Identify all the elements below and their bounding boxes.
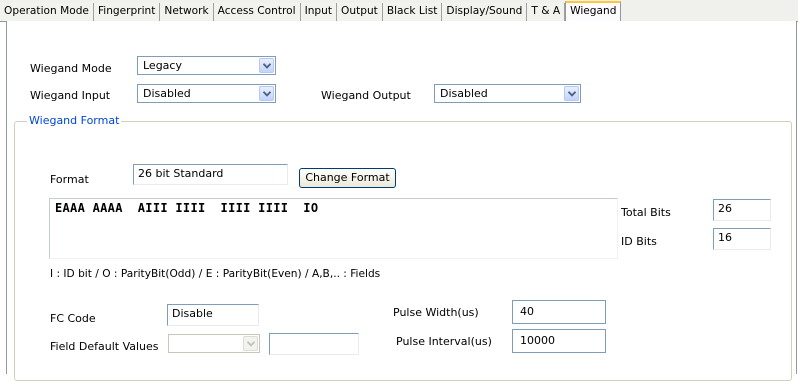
format-label: Format	[50, 173, 89, 186]
wiegand-mode-value: Legacy	[143, 59, 182, 72]
tab-t-and-a[interactable]: T & A	[527, 3, 566, 21]
wiegand-output-value: Disabled	[440, 87, 488, 100]
wiegand-format-legend: Wiegand Format	[27, 114, 122, 127]
tab-display-sound[interactable]: Display/Sound	[442, 3, 528, 21]
total-bits-field[interactable]: 26	[713, 199, 771, 221]
tab-output[interactable]: Output	[337, 3, 383, 21]
wiegand-input-select[interactable]: Disabled	[137, 84, 276, 103]
tab-input[interactable]: Input	[300, 3, 338, 21]
chevron-down-icon[interactable]	[259, 58, 274, 73]
pulse-interval-label: Pulse Interval(us)	[396, 335, 492, 348]
tab-strip: Operation Mode Fingerprint Network Acces…	[0, 0, 798, 22]
tab-operation-mode[interactable]: Operation Mode	[0, 3, 94, 21]
chevron-down-icon[interactable]	[243, 336, 258, 351]
wiegand-input-value: Disabled	[143, 87, 191, 100]
format-value: 26 bit Standard	[138, 167, 224, 180]
field-default-select[interactable]	[168, 334, 260, 353]
id-bits-value: 16	[718, 231, 732, 244]
total-bits-value: 26	[718, 202, 732, 215]
chevron-down-icon[interactable]	[259, 86, 274, 101]
tab-access-control[interactable]: Access Control	[213, 3, 301, 21]
chevron-down-icon[interactable]	[564, 86, 579, 101]
total-bits-label: Total Bits	[621, 206, 671, 219]
field-default-input[interactable]	[269, 333, 359, 355]
format-legend-text: I : ID bit / O : ParityBit(Odd) / E : Pa…	[50, 268, 381, 280]
fc-code-field[interactable]: Disable	[167, 304, 259, 326]
tab-wiegand[interactable]: Wiegand	[565, 1, 622, 21]
change-format-button[interactable]: Change Format	[299, 168, 396, 188]
tab-fingerprint[interactable]: Fingerprint	[93, 3, 161, 21]
format-pattern: EAAA AAAA AIII IIII IIII IIII IO	[55, 201, 319, 215]
wiegand-output-label: Wiegand Output	[321, 89, 411, 102]
wiegand-mode-label: Wiegand Mode	[30, 62, 112, 75]
pulse-width-label: Pulse Width(us)	[393, 306, 479, 319]
format-pattern-area: EAAA AAAA AIII IIII IIII IIII IO	[49, 198, 618, 259]
format-field: 26 bit Standard	[133, 164, 288, 185]
pulse-interval-field[interactable]: 10000	[512, 329, 606, 353]
fc-code-value: Disable	[172, 307, 213, 320]
tab-network[interactable]: Network	[160, 3, 214, 21]
wiegand-mode-select[interactable]: Legacy	[137, 56, 276, 75]
id-bits-field[interactable]: 16	[713, 228, 771, 250]
wiegand-input-label: Wiegand Input	[30, 89, 111, 102]
tab-black-list[interactable]: Black List	[382, 3, 443, 21]
id-bits-label: ID Bits	[621, 235, 657, 248]
wiegand-output-select[interactable]: Disabled	[434, 84, 581, 103]
pulse-width-field[interactable]: 40	[512, 300, 606, 324]
pulse-width-value: 40	[520, 305, 534, 318]
fc-code-label: FC Code	[50, 312, 96, 325]
tab-list: Operation Mode Fingerprint Network Acces…	[0, 1, 622, 21]
field-default-label: Field Default Values	[50, 340, 159, 353]
pulse-interval-value: 10000	[520, 334, 555, 347]
